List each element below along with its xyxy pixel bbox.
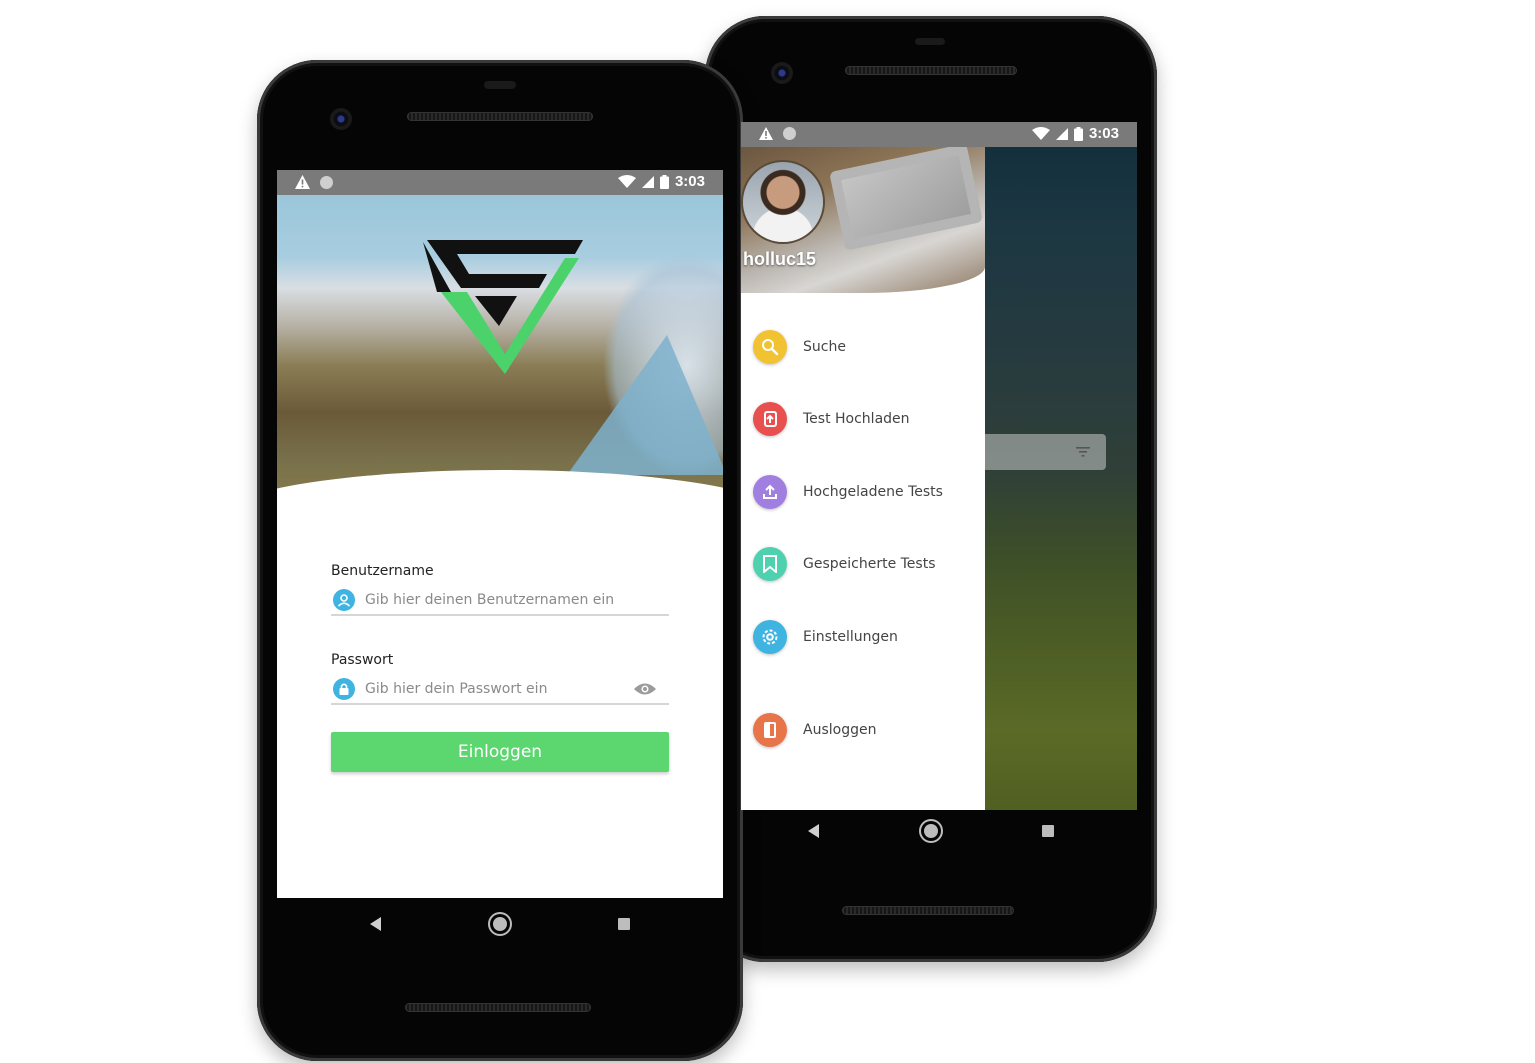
system-nav-bar bbox=[808, 824, 1054, 838]
upload-file-icon bbox=[753, 402, 787, 436]
search-icon bbox=[753, 330, 787, 364]
drawer-item-label: Test Hochladen bbox=[803, 411, 910, 427]
sync-dot-icon bbox=[783, 127, 796, 140]
uploaded-icon bbox=[753, 475, 787, 509]
nav-back-button[interactable] bbox=[808, 824, 819, 838]
drawer-screen: 3:03 holluc15 Suche Test Hochladen Hochg… bbox=[741, 122, 1137, 810]
drawer-item-label: Einstellungen bbox=[803, 629, 898, 645]
drawer-header: holluc15 bbox=[741, 147, 985, 293]
app-logo bbox=[423, 240, 583, 374]
dimmed-search-bar bbox=[981, 434, 1106, 470]
drawer-item-label: Suche bbox=[803, 339, 846, 355]
navigation-drawer: holluc15 Suche Test Hochladen Hochgelade… bbox=[741, 147, 985, 810]
status-bar: 3:03 bbox=[741, 122, 1137, 147]
logout-icon bbox=[753, 713, 787, 747]
drawer-item-suche[interactable]: Suche bbox=[753, 330, 846, 364]
password-label: Passwort bbox=[331, 652, 394, 668]
front-camera bbox=[332, 110, 350, 128]
drawer-item-label: Hochgeladene Tests bbox=[803, 484, 943, 500]
show-password-eye-icon[interactable] bbox=[633, 682, 657, 696]
phone-back: 3:03 holluc15 Suche Test Hochladen Hochg… bbox=[705, 16, 1157, 962]
nav-back-button[interactable] bbox=[370, 917, 381, 931]
user-icon bbox=[333, 589, 355, 611]
lock-icon bbox=[333, 678, 355, 700]
nav-home-button[interactable] bbox=[923, 824, 938, 838]
alert-icon bbox=[295, 175, 310, 189]
drawer-item-test-hochladen[interactable]: Test Hochladen bbox=[753, 402, 910, 436]
proximity-sensor bbox=[915, 38, 945, 45]
password-field bbox=[331, 675, 669, 705]
login-screen: 3:03 Benutzername Passwort bbox=[277, 170, 723, 898]
front-camera bbox=[773, 64, 791, 82]
earpiece-speaker bbox=[407, 112, 593, 121]
phone-front: 3:03 Benutzername Passwort bbox=[257, 60, 743, 1061]
bottom-speaker bbox=[842, 906, 1014, 915]
avatar[interactable] bbox=[743, 162, 823, 242]
drawer-item-label: Gespeicherte Tests bbox=[803, 556, 936, 572]
username-input[interactable] bbox=[365, 592, 669, 608]
hero-tent-shape bbox=[567, 335, 723, 475]
system-nav-bar bbox=[370, 917, 630, 931]
filter-icon bbox=[1076, 447, 1090, 457]
username-label: Benutzername bbox=[331, 563, 434, 579]
earpiece-speaker bbox=[845, 66, 1017, 75]
password-input[interactable] bbox=[365, 681, 633, 697]
nav-recents-button[interactable] bbox=[1042, 825, 1054, 837]
gear-icon bbox=[753, 620, 787, 654]
bookmark-icon bbox=[753, 547, 787, 581]
drawer-item-gespeicherte-tests[interactable]: Gespeicherte Tests bbox=[753, 547, 936, 581]
status-time: 3:03 bbox=[1088, 125, 1119, 142]
drawer-item-hochgeladene-tests[interactable]: Hochgeladene Tests bbox=[753, 475, 943, 509]
battery-icon bbox=[659, 174, 669, 189]
wifi-icon bbox=[617, 175, 636, 188]
nav-recents-button[interactable] bbox=[618, 918, 630, 930]
nav-home-button[interactable] bbox=[492, 917, 507, 931]
wifi-icon bbox=[1031, 127, 1050, 140]
status-bar: 3:03 bbox=[277, 170, 723, 195]
username-field bbox=[331, 586, 669, 616]
header-background-image bbox=[829, 147, 983, 251]
bottom-speaker bbox=[405, 1003, 591, 1012]
drawer-item-label: Ausloggen bbox=[803, 722, 877, 738]
drawer-item-ausloggen[interactable]: Ausloggen bbox=[753, 713, 876, 747]
drawer-username: holluc15 bbox=[743, 249, 817, 269]
login-button[interactable]: Einloggen bbox=[331, 732, 669, 772]
status-time: 3:03 bbox=[674, 173, 705, 190]
battery-icon bbox=[1073, 126, 1083, 141]
sync-dot-icon bbox=[320, 175, 333, 189]
signal-icon bbox=[641, 175, 654, 188]
alert-icon bbox=[759, 127, 773, 140]
signal-icon bbox=[1055, 127, 1068, 140]
drawer-item-einstellungen[interactable]: Einstellungen bbox=[753, 620, 898, 654]
proximity-sensor bbox=[484, 81, 516, 89]
